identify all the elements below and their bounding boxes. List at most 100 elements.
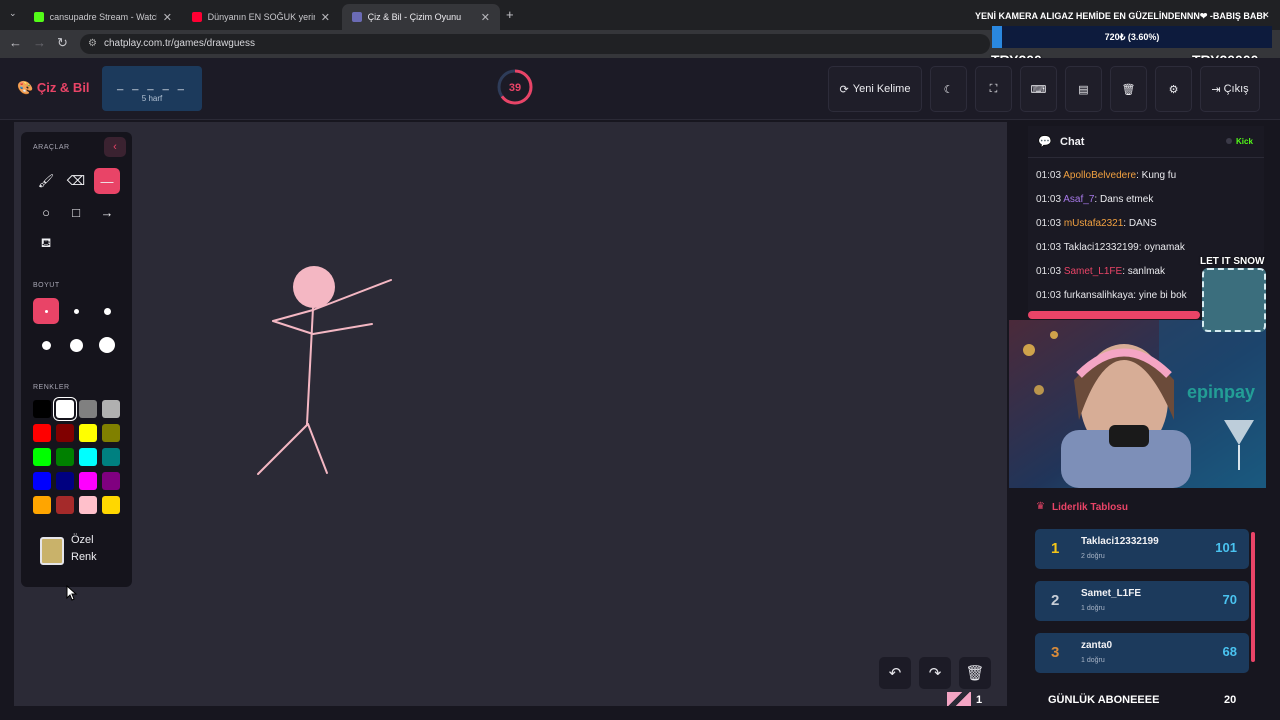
crown-icon: ♛ — [1036, 501, 1045, 512]
color-swatch[interactable] — [56, 400, 74, 418]
browser-tab-3[interactable]: Çiz & Bil - Çizim Oyunu ✕ — [342, 4, 500, 30]
color-swatch[interactable] — [102, 496, 120, 514]
new-tab-icon[interactable]: + — [506, 7, 514, 22]
close-tab-icon[interactable]: ✕ — [481, 11, 490, 24]
stick-figure-drawing — [257, 266, 392, 475]
size-option-4[interactable] — [33, 332, 59, 358]
tools-label: ARAÇLAR — [33, 144, 70, 151]
custom-color-label-2: Renk — [71, 551, 97, 563]
delete-button[interactable]: 🗑 — [1110, 66, 1147, 112]
color-swatch[interactable] — [102, 400, 120, 418]
collapse-toolbox-button[interactable]: ‹ — [104, 137, 126, 157]
keyboard-button[interactable]: ⌨ — [1020, 66, 1057, 112]
color-swatch[interactable] — [33, 400, 51, 418]
size-option-6[interactable] — [94, 332, 120, 358]
platform-badge: Kick — [1236, 137, 1253, 146]
drawing-canvas[interactable] — [14, 122, 1007, 706]
leaderboard-scrollbar[interactable] — [1251, 532, 1255, 662]
tab-title: Dünyanın EN SOĞUK yerinde B — [207, 12, 315, 22]
color-swatch[interactable] — [102, 448, 120, 466]
color-swatch[interactable] — [56, 496, 74, 514]
browser-tab-2[interactable]: Dünyanın EN SOĞUK yerinde B ✕ — [182, 4, 340, 30]
word-blanks: _ _ _ _ _ — [117, 79, 187, 91]
close-tab-icon[interactable]: ✕ — [321, 11, 330, 24]
clear-canvas-button[interactable]: 🗑 — [959, 657, 991, 689]
trash-icon: 🗑 — [1121, 83, 1136, 96]
fill-tool[interactable]: ⛾ — [33, 231, 59, 257]
new-word-button[interactable]: ⟳ Yeni Kelime — [828, 66, 922, 112]
app-logo[interactable]: 🎨 Çiz & Bil — [17, 80, 90, 96]
color-swatch[interactable] — [79, 472, 97, 490]
exit-label: Çıkış — [1223, 83, 1249, 95]
app-header: 🎨 Çiz & Bil _ _ _ _ _ 5 harf 39 ⟳ Yeni K… — [0, 58, 1280, 120]
correct-count: 1 doğru — [1081, 605, 1105, 612]
browser-tab-1[interactable]: cansupadre Stream - Watch Live ✕ — [24, 4, 182, 30]
back-icon[interactable]: ← — [9, 35, 22, 50]
url-field[interactable]: ⚙ chatplay.com.tr/games/drawguess — [80, 34, 990, 54]
leaderboard-title: Liderlik Tablosu — [1052, 502, 1128, 513]
chat-message: 01:03 furkansalihkaya: yine bi bok — [1036, 290, 1187, 301]
circle-tool[interactable]: ○ — [33, 199, 59, 225]
reload-icon[interactable]: ↻ — [57, 35, 68, 51]
archive-button[interactable]: ▤ — [1065, 66, 1102, 112]
message-user[interactable]: ApolloBelvedere — [1063, 170, 1136, 181]
donation-goal-bar: 720₺ (3.60%) — [992, 26, 1272, 48]
leaderboard-row: 1 Taklaci12332199 2 doğru 101 — [1035, 529, 1249, 569]
exit-button[interactable]: ⇥ Çıkış — [1200, 66, 1260, 112]
moon-icon: ☾ — [943, 83, 954, 96]
color-swatch[interactable] — [79, 424, 97, 442]
brush-tool[interactable]: 🖌 — [33, 168, 59, 194]
color-swatch[interactable] — [79, 496, 97, 514]
player-score: 68 — [1222, 644, 1237, 659]
message-user[interactable]: furkansalihkaya — [1064, 290, 1133, 301]
color-swatch[interactable] — [33, 448, 51, 466]
settings-button[interactable]: ⚙ — [1155, 66, 1192, 112]
color-swatch[interactable] — [102, 424, 120, 442]
color-swatch[interactable] — [56, 424, 74, 442]
size-option-5[interactable] — [63, 332, 89, 358]
color-swatch[interactable] — [56, 448, 74, 466]
message-user[interactable]: Asaf_7 — [1063, 194, 1094, 205]
site-info-icon[interactable]: ⚙ — [88, 38, 97, 49]
size-option-1[interactable] — [33, 298, 59, 324]
color-swatch[interactable] — [102, 472, 120, 490]
message-text: yine bi bok — [1138, 290, 1187, 301]
color-swatch[interactable] — [79, 400, 97, 418]
size-option-3[interactable] — [94, 298, 120, 324]
player-name: zanta0 — [1081, 640, 1113, 651]
arrow-tool[interactable]: → — [94, 199, 120, 225]
forward-icon[interactable]: → — [33, 35, 46, 50]
message-time: 01:03 — [1036, 194, 1062, 205]
message-text: Kung fu — [1141, 170, 1177, 181]
chat-input-bar[interactable] — [1028, 311, 1200, 319]
rectangle-tool[interactable]: □ — [63, 199, 89, 225]
new-word-label: Yeni Kelime — [852, 83, 911, 95]
timer-value: 39 — [509, 82, 521, 94]
sign-out-icon: ⇥ — [1211, 83, 1221, 96]
undo-button[interactable]: ↶ — [879, 657, 911, 689]
color-swatch[interactable] — [33, 472, 51, 490]
redo-button[interactable]: ↷ — [919, 657, 951, 689]
color-swatch[interactable] — [79, 448, 97, 466]
toolbox-panel: ARAÇLAR ‹ 🖌 ⌫ — ○ □ → ⛾ BOYUT RENKLER Öz… — [21, 132, 132, 587]
color-swatch[interactable] — [56, 472, 74, 490]
line-tool[interactable]: — — [94, 168, 120, 194]
leaderboard-panel: ♛ Liderlik Tablosu 1 Taklaci12332199 2 doğ… — [1028, 496, 1264, 696]
dark-mode-button[interactable]: ☾ — [930, 66, 967, 112]
message-user[interactable]: mUstafa2321 — [1064, 218, 1123, 229]
fullscreen-button[interactable]: ⛶ — [975, 66, 1012, 112]
message-user[interactable]: Taklaci12332199 — [1064, 242, 1139, 253]
leaderboard-row: 2 Samet_L1FE 1 doğru 70 — [1035, 581, 1249, 621]
size-option-2[interactable] — [63, 298, 89, 324]
color-swatch[interactable] — [33, 424, 51, 442]
tab-list-chevron-icon[interactable]: ⌄ — [9, 8, 17, 19]
message-user[interactable]: Samet_L1FE — [1064, 266, 1122, 277]
close-tab-icon[interactable]: ✕ — [163, 11, 172, 24]
eraser-tool[interactable]: ⌫ — [63, 168, 89, 194]
custom-color-swatch[interactable] — [40, 537, 64, 565]
url-text: chatplay.com.tr/games/drawguess — [104, 38, 255, 49]
color-swatch[interactable] — [33, 496, 51, 514]
gear-icon: ⚙ — [1168, 83, 1179, 96]
paint-bucket-icon: ⛾ — [40, 235, 52, 250]
subs-goal-label: GÜNLÜK ABONEEEE — [1048, 694, 1160, 706]
